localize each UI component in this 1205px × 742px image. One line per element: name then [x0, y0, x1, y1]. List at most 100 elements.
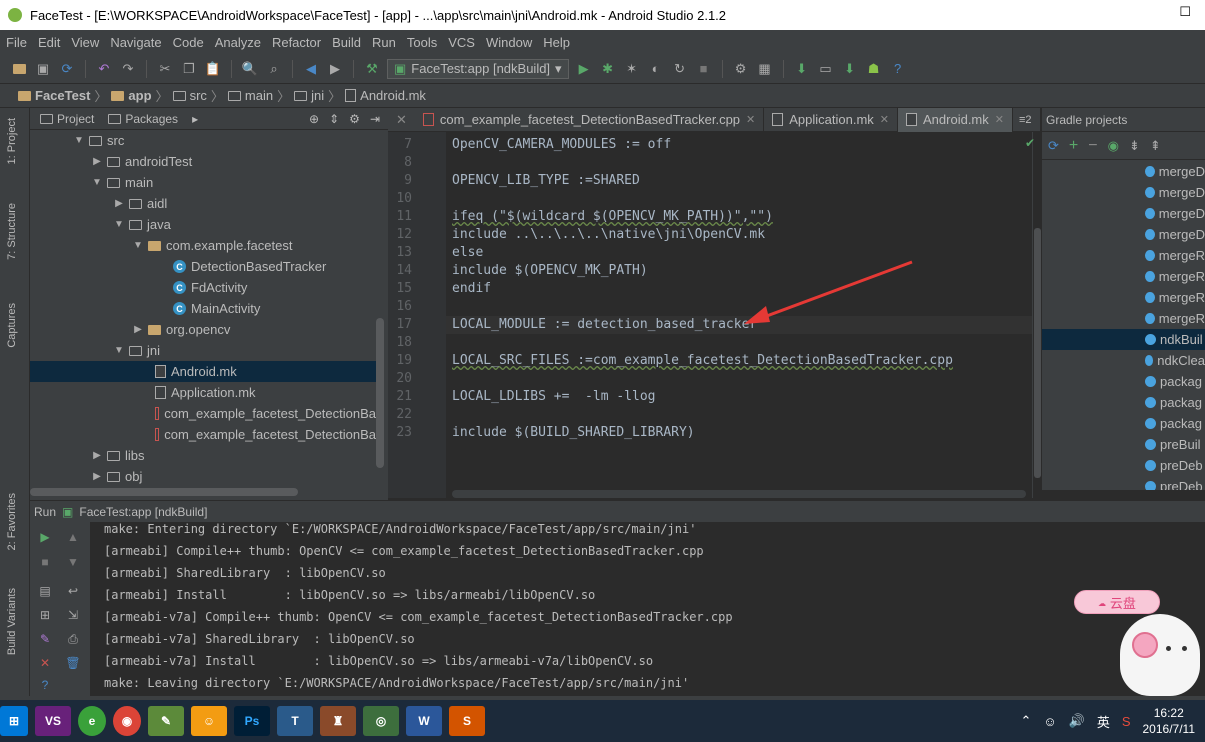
gradle-task[interactable]: preDeb — [1042, 476, 1205, 490]
menu-edit[interactable]: Edit — [38, 35, 60, 50]
sogou-icon[interactable]: S — [1122, 714, 1131, 729]
tool-tab-captures[interactable]: Captures — [6, 303, 18, 348]
taskbar-app-browser-green[interactable]: e — [78, 706, 106, 736]
menu-help[interactable]: Help — [543, 35, 570, 50]
restore-layout-icon[interactable]: ▤ — [38, 584, 52, 598]
tool-tab-structure[interactable]: 7: Structure — [6, 203, 18, 260]
stop-icon[interactable]: ■ — [38, 555, 52, 569]
volume-icon[interactable]: 🔊 — [1069, 713, 1085, 729]
taskbar-app-sublime[interactable]: S — [449, 706, 485, 736]
expand-right-icon[interactable]: ▶ — [92, 450, 102, 461]
gradle-task[interactable]: mergeD — [1042, 182, 1205, 203]
attach-debugger-icon[interactable]: ✶ — [623, 60, 641, 78]
breadcrumb-item-src[interactable]: src — [172, 88, 207, 103]
taskbar-app-qq[interactable]: ☺ — [191, 706, 227, 736]
taskbar-app-android-studio[interactable]: ◎ — [363, 706, 399, 736]
gradle-task[interactable]: mergeR — [1042, 245, 1205, 266]
gradle-task[interactable]: mergeD — [1042, 161, 1205, 182]
tree-scrollbar[interactable] — [376, 318, 384, 468]
close-tab-icon[interactable]: ✕ — [880, 113, 889, 126]
copy-icon[interactable]: ❐ — [180, 60, 198, 78]
find-icon[interactable]: 🔍 — [241, 60, 259, 78]
menu-tools[interactable]: Tools — [407, 35, 437, 50]
tree-item-libs[interactable]: ▶ libs — [30, 445, 376, 466]
close-tab-icon[interactable]: ✕ — [746, 113, 755, 126]
gradle-task[interactable]: mergeR — [1042, 308, 1205, 329]
open-folder-icon[interactable] — [10, 60, 28, 78]
gradle-task[interactable]: mergeR — [1042, 287, 1205, 308]
expand-down-icon[interactable]: ▼ — [74, 135, 84, 146]
tree-item-main[interactable]: ▼ main — [30, 172, 376, 193]
make-project-icon[interactable]: ⚒ — [363, 60, 381, 78]
tree-item-androidtest[interactable]: ▶ androidTest — [30, 151, 376, 172]
collapse-all-icon[interactable]: ⇞ — [1150, 138, 1161, 154]
gradle-task[interactable]: mergeD — [1042, 224, 1205, 245]
android-device-monitor-icon[interactable]: ☗ — [865, 60, 883, 78]
tree-item-android-mk[interactable]: Android.mk — [30, 361, 376, 382]
scroll-from-source-icon[interactable]: ⊕ — [309, 112, 319, 126]
taskbar-app-word[interactable]: W — [406, 706, 442, 736]
menu-vcs[interactable]: VCS — [448, 35, 475, 50]
gradle-sync-icon[interactable]: ⬇ — [793, 60, 811, 78]
expand-right-icon[interactable]: ▶ — [133, 324, 143, 335]
tab-android-mk[interactable]: Android.mk ✕ — [898, 107, 1013, 132]
paste-icon[interactable]: 📋 — [204, 60, 222, 78]
gradle-task[interactable]: preDeb — [1042, 455, 1205, 476]
breadcrumb-item-android-mk[interactable]: Android.mk — [345, 88, 426, 103]
code-editor[interactable]: OpenCV_CAMERA_MODULES := off OPENCV_LIB_… — [446, 132, 1032, 498]
tab-packages[interactable]: Packages — [108, 112, 178, 126]
menu-refactor[interactable]: Refactor — [272, 35, 321, 50]
back-icon[interactable]: ◀ — [302, 60, 320, 78]
avd-manager-icon[interactable]: ▭ — [817, 60, 835, 78]
gradle-task[interactable]: mergeR — [1042, 266, 1205, 287]
breadcrumb-item-main[interactable]: main — [227, 88, 273, 103]
tree-item-fdactivity[interactable]: C FdActivity — [30, 277, 376, 298]
coverage-icon[interactable]: ◐ — [647, 60, 665, 78]
close-icon[interactable]: ✕ — [38, 656, 52, 670]
menu-navigate[interactable]: Navigate — [110, 35, 161, 50]
stop-icon[interactable]: ■ — [695, 60, 713, 78]
tool-tab-favorites[interactable]: 2: Favorites — [6, 493, 18, 550]
refresh-icon[interactable]: ⟳ — [1048, 138, 1059, 154]
run-config-select[interactable]: ▣ FaceTest:app [ndkBuild] ▾ — [387, 58, 569, 79]
tree-item-src[interactable]: ▼ src — [30, 130, 376, 151]
tab-project[interactable]: Project — [40, 112, 94, 126]
breadcrumb-item-facetest[interactable]: FaceTest — [18, 88, 90, 103]
save-icon[interactable]: ▣ — [34, 60, 52, 78]
tab-cpp-file[interactable]: com_example_facetest_DetectionBasedTrack… — [415, 107, 765, 132]
tree-item-java[interactable]: ▼ java — [30, 214, 376, 235]
run-icon[interactable]: ▶ — [575, 60, 593, 78]
editor-scrollbar[interactable]: ✔ — [1025, 132, 1042, 498]
hide-icon[interactable]: ⇥ — [370, 112, 380, 126]
help-icon[interactable]: ? — [38, 678, 52, 692]
expand-down-icon[interactable]: ▼ — [133, 240, 143, 251]
gradle-task-selected[interactable]: ndkBuil — [1042, 329, 1205, 350]
sdk-manager-icon[interactable]: ⬇ — [841, 60, 859, 78]
help-icon[interactable]: ? — [889, 60, 907, 78]
debug-icon[interactable]: ✱ — [599, 60, 617, 78]
tree-item-jni[interactable]: ▼ jni — [30, 340, 376, 361]
redo-icon[interactable]: ↷ — [119, 60, 137, 78]
menu-build[interactable]: Build — [332, 35, 361, 50]
expand-right-icon[interactable]: ▶ — [114, 198, 124, 209]
tree-item-obj[interactable]: ▶ obj — [30, 466, 376, 487]
pin-icon[interactable]: ⊞ — [38, 608, 52, 622]
pin-tab-icon[interactable]: ✎ — [38, 632, 52, 646]
chevron-up-icon[interactable]: ⌃ — [1020, 713, 1031, 729]
sync-icon[interactable]: ⟳ — [58, 60, 76, 78]
print-icon[interactable]: ⎙ — [66, 632, 80, 646]
editor-scroll-thumb[interactable] — [1034, 228, 1041, 478]
gradle-task[interactable]: mergeD — [1042, 203, 1205, 224]
menu-analyze[interactable]: Analyze — [215, 35, 261, 50]
tool-tab-project[interactable]: 1: Project — [6, 118, 18, 164]
editor-hscrollbar[interactable] — [452, 490, 1026, 498]
taskbar-app-visual-studio[interactable]: VS — [35, 706, 71, 736]
start-button[interactable]: ⊞ — [0, 706, 28, 736]
tree-item-aidl[interactable]: ▶ aidl — [30, 193, 376, 214]
gradle-task[interactable]: ndkClea — [1042, 350, 1205, 371]
taskbar-app-game[interactable]: ♜ — [320, 706, 356, 736]
rerun-icon[interactable]: ↻ — [671, 60, 689, 78]
collapse-all-icon[interactable]: ⇕ — [329, 112, 339, 126]
chevron-right-icon[interactable]: ▸ — [192, 112, 198, 126]
tab-overflow-button[interactable]: ≡2 — [1013, 114, 1038, 126]
